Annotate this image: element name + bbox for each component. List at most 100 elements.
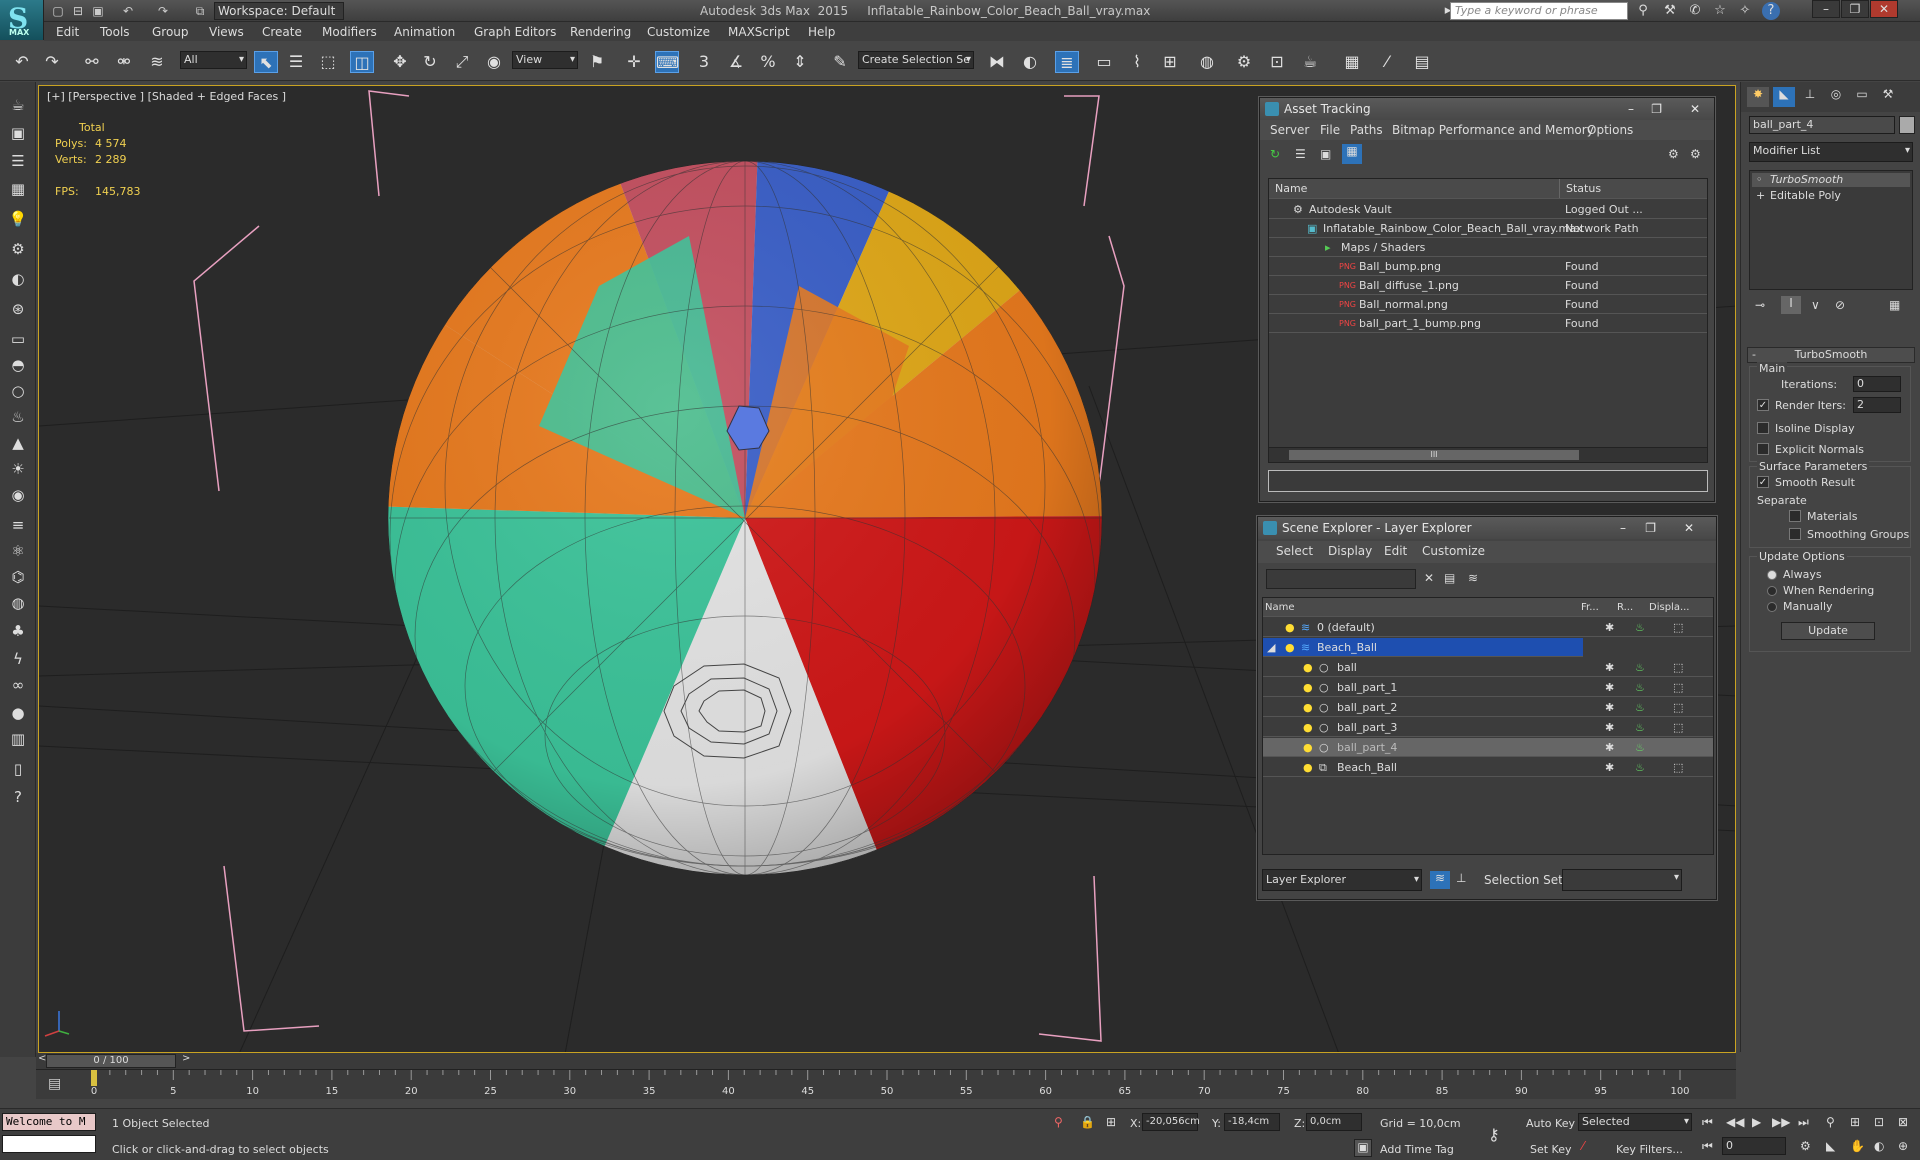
menu-tools[interactable]: Tools bbox=[100, 25, 130, 39]
cloth-icon[interactable]: ∞ bbox=[6, 674, 30, 696]
bulb-icon[interactable]: ◦ bbox=[1756, 173, 1763, 187]
absolute-mode-icon[interactable]: ⊞ bbox=[1106, 1115, 1116, 1129]
scene-search-field[interactable] bbox=[1266, 569, 1416, 589]
isoline-checkbox[interactable] bbox=[1757, 422, 1769, 434]
asset-menu-file[interactable]: File bbox=[1320, 123, 1340, 137]
selection-lock-icon[interactable]: 🔒 bbox=[1080, 1115, 1095, 1129]
pin-stack-icon[interactable]: ⊸ bbox=[1755, 298, 1765, 312]
asset-menu-options[interactable]: Options bbox=[1587, 123, 1633, 137]
utilities-tab-icon[interactable]: ⚒ bbox=[1877, 87, 1899, 107]
tree-row-layer[interactable]: ● ≋ 0 (default) ✱ ♨ ⬚ bbox=[1263, 618, 1713, 637]
window-crossing-icon[interactable]: ◫ bbox=[350, 51, 374, 73]
next-key-icon[interactable]: ▶▶ bbox=[1772, 1115, 1790, 1129]
stairs-icon[interactable]: ≡ bbox=[6, 514, 30, 536]
when-rendering-radio[interactable] bbox=[1767, 586, 1777, 596]
select-manipulate-icon[interactable]: ✛ bbox=[622, 51, 646, 73]
curve-editor-icon[interactable]: ⌇ bbox=[1125, 51, 1149, 73]
reference-coord-dropdown[interactable]: View bbox=[512, 51, 578, 69]
asset-maximize-button[interactable]: ❐ bbox=[1651, 98, 1662, 120]
project-folder-icon[interactable]: ⧉ bbox=[192, 3, 208, 19]
render-iters-checkbox[interactable]: ✓ bbox=[1757, 399, 1769, 411]
sphere-gray-icon[interactable]: ● bbox=[6, 702, 30, 724]
fov-icon[interactable]: ◣ bbox=[1826, 1139, 1835, 1153]
set-key-button[interactable]: Set Key bbox=[1530, 1143, 1572, 1156]
hair-icon[interactable]: ϟ bbox=[6, 648, 30, 670]
search-icon[interactable]: ⚲ bbox=[1633, 2, 1653, 20]
thumbnail-icon[interactable]: ▣ bbox=[1320, 147, 1331, 161]
undo-icon[interactable]: ↶ bbox=[10, 51, 34, 73]
open-file-icon[interactable]: ⊟ bbox=[70, 3, 86, 19]
communication-icon[interactable]: ✆ bbox=[1685, 2, 1705, 20]
menu-rendering[interactable]: Rendering bbox=[570, 25, 631, 39]
menu-animation[interactable]: Animation bbox=[394, 25, 455, 39]
smoothing-groups-checkbox[interactable] bbox=[1789, 528, 1801, 540]
asset-tracking-titlebar[interactable]: Asset Tracking – ❐ ✕ bbox=[1260, 98, 1714, 120]
layer-explorer-icon[interactable]: ≣ bbox=[1055, 51, 1079, 73]
new-file-icon[interactable]: ▢ bbox=[50, 3, 66, 19]
scene-explorer-titlebar[interactable]: Scene Explorer - Layer Explorer – ❐ ✕ bbox=[1258, 517, 1716, 539]
menu-help[interactable]: Help bbox=[808, 25, 835, 39]
menu-maxscript[interactable]: MAXScript bbox=[728, 25, 790, 39]
scene-menu-edit[interactable]: Edit bbox=[1384, 544, 1407, 558]
asset-row[interactable]: PNG Ball_bump.png Found bbox=[1269, 257, 1707, 276]
command-panel-toggle-icon[interactable]: ▤ bbox=[1410, 51, 1434, 73]
z-coordinate-field[interactable]: 0,0cm bbox=[1306, 1113, 1362, 1131]
update-button[interactable]: Update bbox=[1781, 622, 1875, 640]
redo-icon[interactable]: ↷ bbox=[40, 51, 64, 73]
layer-mode-icon[interactable]: ≋ bbox=[1430, 871, 1450, 889]
key-mode-dropdown[interactable]: Selected bbox=[1578, 1113, 1692, 1131]
freeze-icon[interactable]: ✱ bbox=[1605, 698, 1614, 717]
render-teapot-icon[interactable]: ♨ bbox=[1635, 658, 1645, 677]
scene-minimize-button[interactable]: – bbox=[1620, 517, 1626, 539]
object-color-swatch[interactable] bbox=[1899, 116, 1915, 134]
y-coordinate-field[interactable]: -18,4cm bbox=[1224, 1113, 1280, 1131]
asset-row[interactable]: PNG Ball_diffuse_1.png Found bbox=[1269, 276, 1707, 295]
key-filters-button[interactable]: Key Filters... bbox=[1616, 1143, 1683, 1156]
app-logo[interactable]: S MAX bbox=[0, 0, 44, 40]
tree-row-object[interactable]: ● ○ ball ✱ ♨ ⬚ bbox=[1263, 658, 1713, 677]
snaps-toggle-icon[interactable]: 3 bbox=[692, 51, 716, 73]
link-icon[interactable]: ⚯ bbox=[80, 51, 104, 73]
freeze-icon[interactable]: ✱ bbox=[1605, 678, 1614, 697]
modify-tab-icon[interactable]: ◣ bbox=[1773, 87, 1795, 107]
render-teapot-icon[interactable]: ♨ bbox=[1635, 678, 1645, 697]
create-tab-icon[interactable]: ✸ bbox=[1747, 87, 1769, 107]
asset-minimize-button[interactable]: – bbox=[1628, 98, 1634, 120]
help-round-icon[interactable]: ? bbox=[6, 786, 30, 808]
spinner-snap-icon[interactable]: ⇕ bbox=[788, 51, 812, 73]
selection-region-icon[interactable]: ⬚ bbox=[316, 51, 340, 73]
pan-icon[interactable]: ✋ bbox=[1850, 1139, 1865, 1153]
next-frame-icon[interactable]: > bbox=[182, 1053, 190, 1064]
clear-search-icon[interactable]: ✕ bbox=[1424, 571, 1434, 585]
asset-menu-bitmap[interactable]: Bitmap Performance and Memory bbox=[1392, 123, 1594, 137]
material-editor-icon[interactable]: ◍ bbox=[1195, 51, 1219, 73]
object-name-field[interactable]: ball_part_4 bbox=[1749, 116, 1895, 134]
asset-scroll-grip[interactable]: III bbox=[1289, 450, 1579, 460]
scene-menu-select[interactable]: Select bbox=[1276, 544, 1313, 558]
box-icon[interactable]: ▭ bbox=[6, 328, 30, 350]
rendered-frame-icon[interactable]: ⊡ bbox=[1265, 51, 1289, 73]
mini-curve-editor-icon[interactable]: ▤ bbox=[48, 1076, 68, 1096]
sun-icon[interactable]: ☀ bbox=[6, 458, 30, 480]
angle-snap-icon[interactable]: ∡ bbox=[724, 51, 748, 73]
maximize-button[interactable]: ❐ bbox=[1841, 0, 1869, 18]
maximize-viewport-icon[interactable]: ⊕ bbox=[1898, 1139, 1908, 1153]
manually-radio[interactable] bbox=[1767, 602, 1777, 612]
freeze-icon[interactable]: ✱ bbox=[1605, 618, 1614, 637]
menu-modifiers[interactable]: Modifiers bbox=[322, 25, 377, 39]
menu-group[interactable]: Group bbox=[152, 25, 189, 39]
molecule-icon[interactable]: ⚛ bbox=[6, 540, 30, 562]
toggle-ribbon-icon[interactable]: ▭ bbox=[1092, 51, 1116, 73]
previous-key-icon[interactable]: ◀◀ bbox=[1726, 1115, 1744, 1129]
freeze-icon[interactable]: ✱ bbox=[1605, 758, 1614, 777]
set-key-icon[interactable]: ⁄ bbox=[1582, 1139, 1584, 1153]
display-tab-icon[interactable]: ▭ bbox=[1851, 87, 1873, 107]
viewport-label[interactable]: [+] [Perspective ] [Shaded + Edged Faces… bbox=[47, 90, 286, 103]
mirror-icon[interactable]: ⧓ bbox=[985, 51, 1009, 73]
scene-menu-customize[interactable]: Customize bbox=[1422, 544, 1485, 558]
render-iters-spinner[interactable]: 2 bbox=[1853, 397, 1901, 413]
render-production-icon[interactable]: ☕ bbox=[1298, 51, 1322, 73]
hemisphere-icon[interactable]: ◐ bbox=[6, 268, 30, 290]
camera-icon[interactable]: ⊛ bbox=[6, 298, 30, 320]
save-file-icon[interactable]: ▣ bbox=[90, 3, 106, 19]
